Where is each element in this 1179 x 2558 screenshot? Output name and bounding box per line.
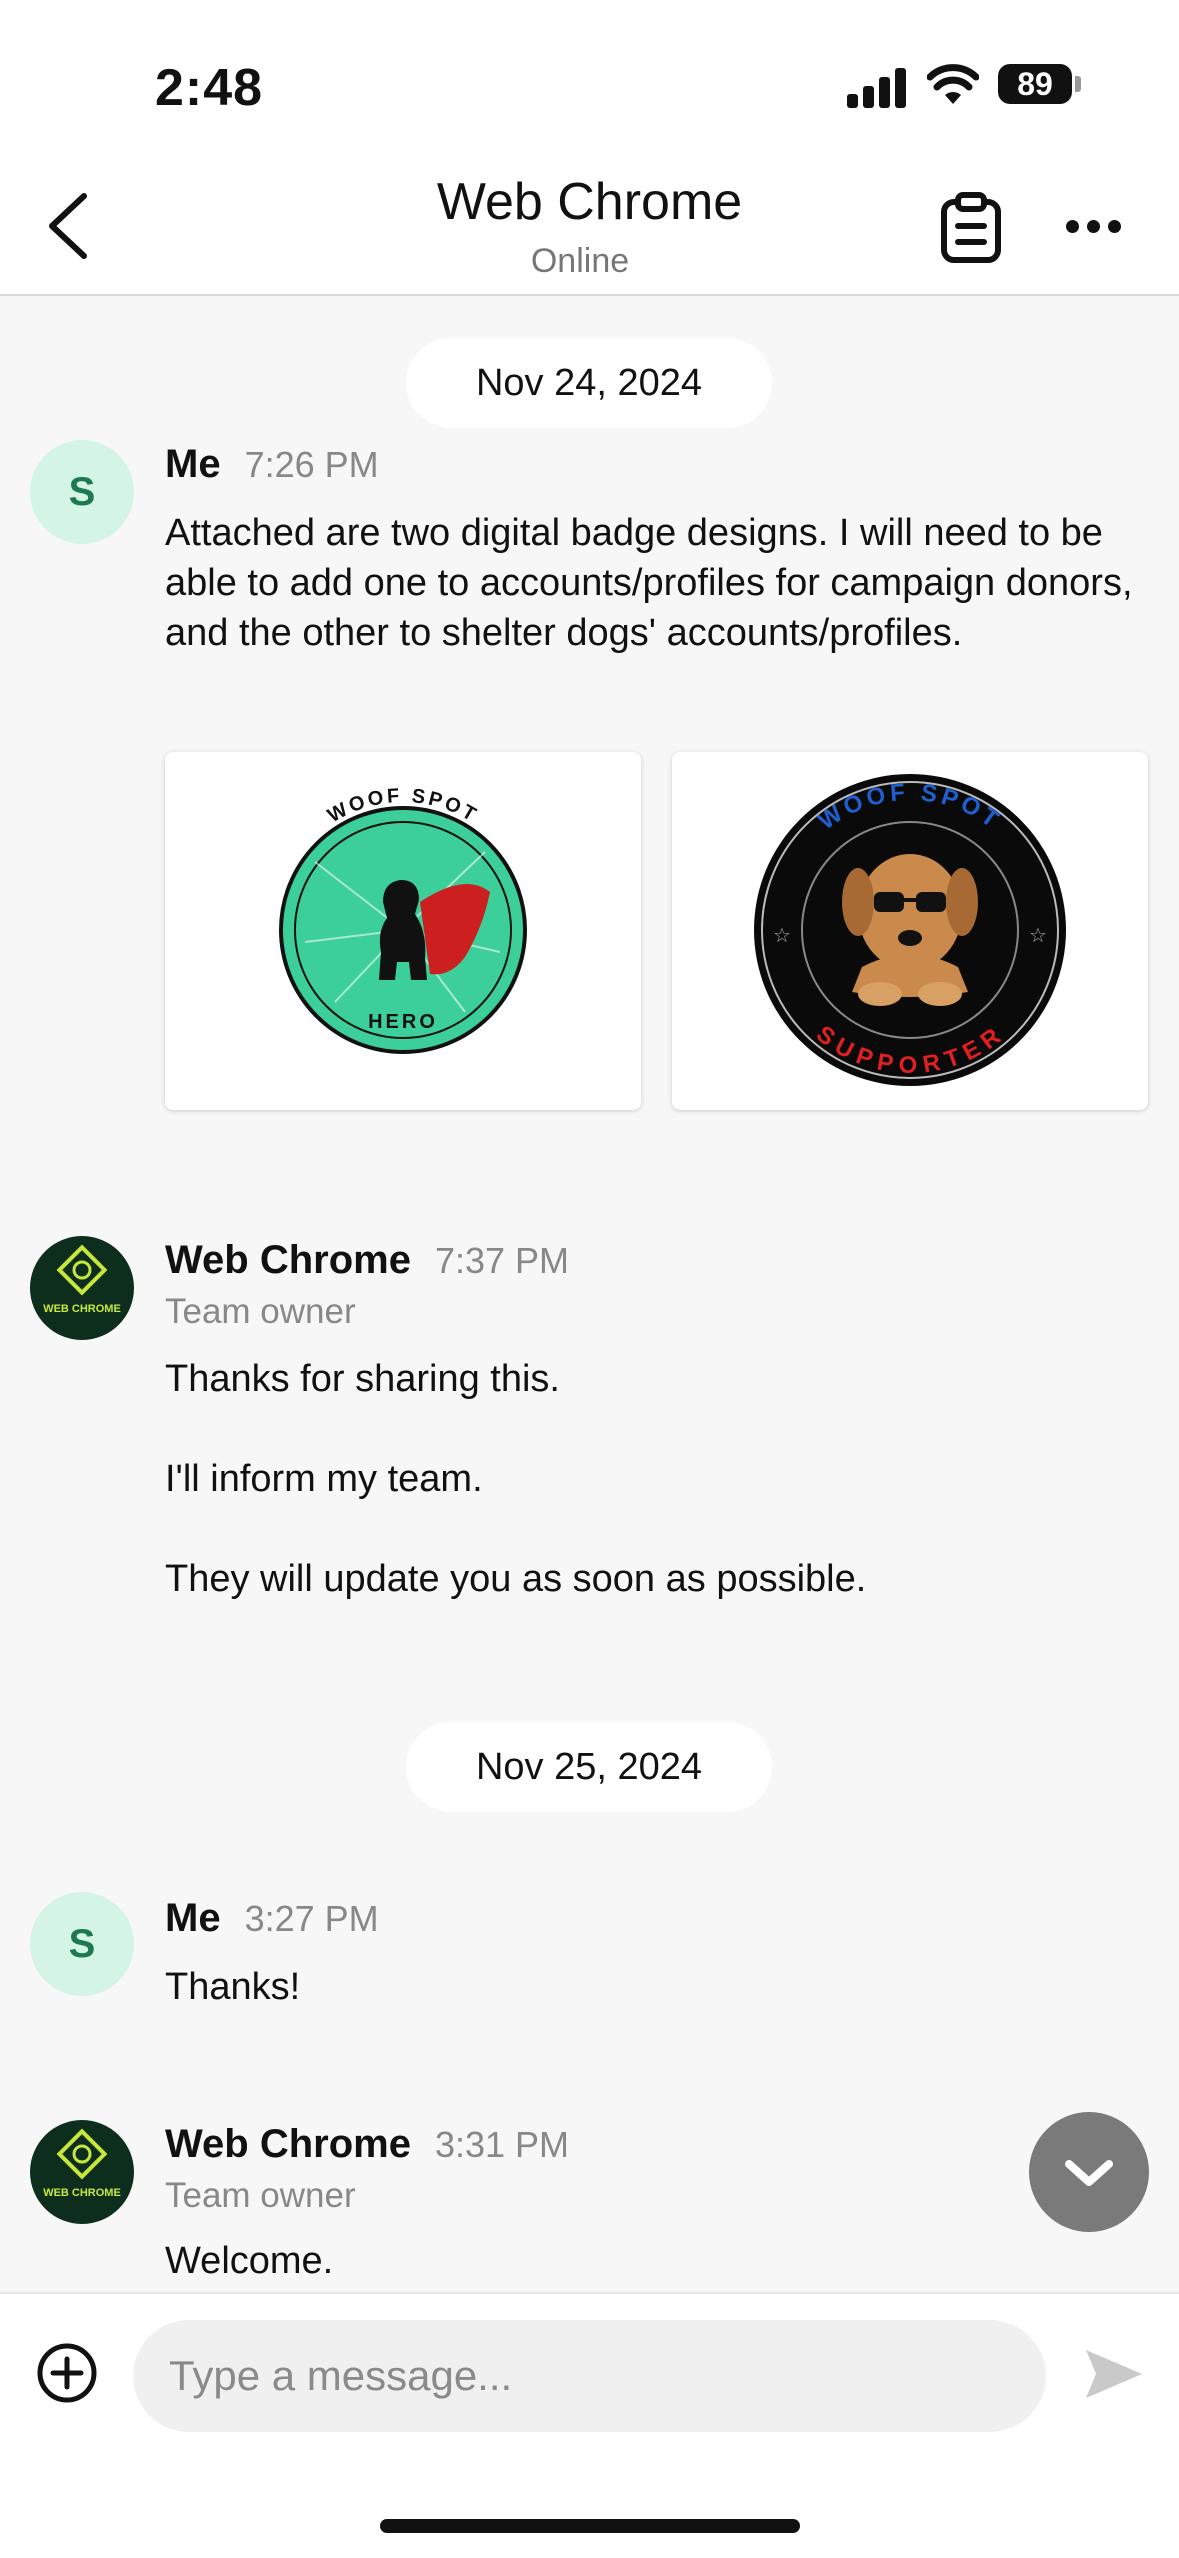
- chat-header: Web Chrome Online: [0, 160, 1179, 296]
- status-bar: 2:48 89: [0, 0, 1179, 160]
- web-chrome-logo-icon: WEB CHROME: [43, 1244, 121, 1315]
- battery-icon: 89: [998, 64, 1072, 104]
- avatar-logo-text: WEB CHROME: [43, 1303, 121, 1315]
- chevron-down-icon: [1065, 2160, 1113, 2186]
- more-options-icon[interactable]: [1066, 216, 1122, 240]
- avatar-logo-text: WEB CHROME: [43, 2187, 121, 2199]
- sender-name: Me: [165, 1896, 221, 1940]
- message-time: 3:27 PM: [244, 1898, 379, 1939]
- message-text: They will update you as soon as possible…: [165, 1558, 867, 1600]
- message-input[interactable]: [133, 2320, 1046, 2432]
- supporter-badge-image: ☆ ☆ WOOF SPOT SUPPORTER: [754, 774, 1066, 1086]
- image-attachment[interactable]: WOOF SPOT HERO: [165, 752, 641, 1110]
- hero-badge-image: WOOF SPOT HERO: [279, 785, 527, 1054]
- message-header: Me 3:27 PM: [165, 1896, 379, 1941]
- wifi-icon: [927, 64, 979, 104]
- sender-name: Web Chrome: [165, 1238, 411, 1282]
- scroll-to-bottom-button[interactable]: [1029, 2112, 1149, 2232]
- web-chrome-logo-icon: WEB CHROME: [43, 2128, 121, 2199]
- avatar[interactable]: WEB CHROME: [30, 1236, 134, 1340]
- svg-text:☆: ☆: [773, 925, 791, 947]
- message-text: Thanks for sharing this.: [165, 1358, 560, 1400]
- message-text: Thanks!: [165, 1966, 301, 2008]
- message-time: 3:31 PM: [434, 2124, 570, 2165]
- avatar[interactable]: S: [30, 1892, 134, 1996]
- sender-name: Web Chrome: [165, 2122, 411, 2166]
- sender-name: Me: [165, 442, 221, 486]
- battery-tip: [1075, 76, 1081, 92]
- message-time: 7:26 PM: [244, 444, 379, 485]
- home-indicator: [380, 2519, 800, 2533]
- message-header: Web Chrome 3:31 PM: [165, 2122, 569, 2167]
- message-text: Welcome.: [165, 2240, 334, 2282]
- avatar[interactable]: S: [30, 440, 134, 544]
- message-header: Me 7:26 PM: [165, 442, 379, 487]
- add-attachment-icon[interactable]: [36, 2342, 98, 2404]
- message-time: 7:37 PM: [434, 1240, 570, 1281]
- date-separator: Nov 25, 2024: [406, 1722, 772, 1812]
- chat-title[interactable]: Web Chrome: [0, 172, 1179, 232]
- sender-role: Team owner: [165, 1292, 356, 1331]
- svg-text:☆: ☆: [1029, 925, 1047, 947]
- message-header: Web Chrome 7:37 PM: [165, 1238, 569, 1283]
- date-separator: Nov 24, 2024: [406, 338, 772, 428]
- status-time: 2:48: [155, 59, 264, 117]
- badge-bottom-text: HERO: [368, 1011, 438, 1033]
- sender-role: Team owner: [165, 2176, 356, 2215]
- message-text: I'll inform my team.: [165, 1458, 483, 1500]
- avatar[interactable]: WEB CHROME: [30, 2120, 134, 2224]
- clipboard-icon[interactable]: [940, 192, 1002, 264]
- image-attachment[interactable]: ☆ ☆ WOOF SPOT SUPPORTER: [672, 752, 1148, 1110]
- send-icon[interactable]: [1082, 2344, 1146, 2404]
- message-composer: [0, 2292, 1179, 2558]
- cellular-signal-icon: [847, 66, 907, 108]
- message-text: Attached are two digital badge designs. …: [165, 512, 1133, 654]
